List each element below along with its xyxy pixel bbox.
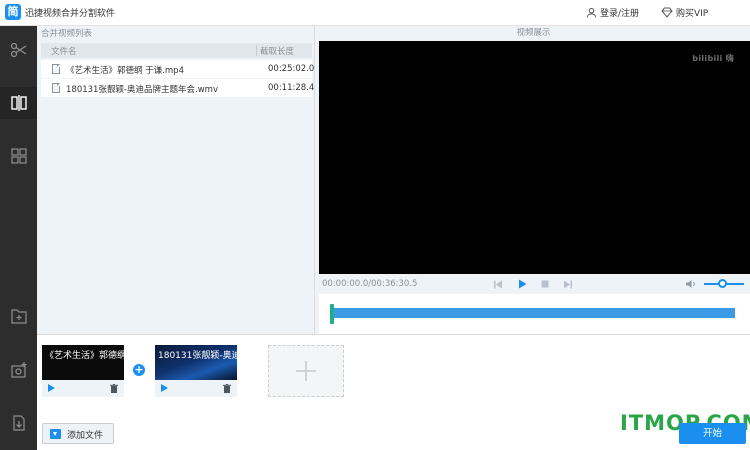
login-label: 登录/注册 [600,9,640,19]
add-media-icon [10,362,26,378]
clip-caption: 《艺术生活》郭德纲 [45,351,124,361]
timeline-handle[interactable] [330,304,334,324]
merge-tool[interactable] [0,87,37,119]
timeline[interactable] [319,294,750,334]
preview-title: 视频展示 [516,28,551,38]
merge-icon [10,95,27,111]
app-title: 迅捷视频合并分割软件 [25,9,116,19]
add-clip-slot[interactable] [268,345,344,397]
preview-panel: 视频展示 bilibili 嗨 00:00:00.0/00:36:30.5 [317,26,750,334]
list-item[interactable]: 180131张靓颖-奥迪品牌主题年会.wmv 00:11:28.4 [41,79,315,97]
buy-vip-link[interactable]: 购买VIP [661,6,708,19]
add-file-icon [50,429,61,439]
split-tool[interactable] [0,34,37,66]
clip-caption: 180131张靓颖-奥迪 [158,351,237,361]
step-back-icon [494,280,502,288]
clip-footer [155,380,237,397]
clip-play-icon[interactable] [161,384,168,392]
stop-button[interactable] [539,278,551,290]
login-register-link[interactable]: 登录/注册 [586,6,639,19]
clip-thumbnail[interactable]: 《艺术生活》郭德纲 [42,345,124,380]
file-duration: 00:25:02.0 [268,64,315,74]
file-icon [52,83,60,93]
side-toolbar [0,26,37,450]
volume-knob[interactable] [717,279,727,288]
video-watermark: bilibili 嗨 [692,54,734,63]
merge-list-title: 合并视频列表 [41,29,93,39]
merge-list-panel: 合并视频列表 文件名 截取长度 《艺术生活》郭德纲 于谦.mp4 00:25:0… [37,26,315,334]
grid-tool[interactable] [0,140,37,172]
clip-footer [42,380,124,397]
play-icon [518,279,526,289]
app-logo: 简 [5,4,21,20]
add-media-tool[interactable] [0,354,37,386]
stop-icon [541,280,549,288]
add-file-button[interactable]: 添加文件 [42,423,114,444]
column-divider[interactable] [256,45,257,56]
column-filename[interactable]: 文件名 [51,45,77,57]
clip-thumbnail[interactable]: 180131张靓颖-奥迪 [155,345,237,380]
export-tool[interactable] [0,407,37,439]
file-icon [52,64,60,74]
volume-button[interactable] [685,278,697,290]
next-frame-button[interactable] [562,278,574,290]
list-item[interactable]: 《艺术生活》郭德纲 于谦.mp4 00:25:02.0 [41,60,315,78]
play-button[interactable] [516,278,528,290]
timeline-track[interactable] [332,308,735,318]
prev-frame-button[interactable] [492,278,504,290]
clip-item[interactable]: 180131张靓颖-奥迪 [155,345,237,397]
scissors-icon [10,42,26,58]
clip-strip: 《艺术生活》郭德纲 + 180131张靓颖-奥迪 添加文件 ITMOP.COM … [37,334,750,450]
add-folder-tool[interactable] [0,300,37,332]
timecode: 00:00:00.0/00:36:30.5 [322,279,418,289]
vip-label: 购买VIP [676,9,709,19]
title-bar: 简 迅捷视频合并分割软件 登录/注册 购买VIP [0,0,750,26]
column-duration[interactable]: 截取长度 [260,45,294,57]
file-name: 《艺术生活》郭德纲 于谦.mp4 [66,66,184,76]
user-icon [586,7,597,18]
step-forward-icon [564,280,572,288]
add-file-label: 添加文件 [67,431,104,441]
clip-play-icon[interactable] [48,384,55,392]
file-name: 180131张靓颖-奥迪品牌主题年会.wmv [66,85,218,95]
export-icon [12,415,25,431]
speaker-icon [686,280,695,288]
clip-item[interactable]: 《艺术生活》郭德纲 [42,345,124,397]
plus-icon [296,361,316,381]
trash-icon[interactable] [110,384,118,393]
merge-plus-icon: + [133,363,145,376]
diamond-icon [661,7,673,18]
list-header: 文件名 截取长度 [41,43,312,58]
file-duration: 00:11:28.4 [268,83,315,93]
trash-icon[interactable] [223,384,231,393]
grid-icon [10,148,27,164]
video-screen[interactable]: bilibili 嗨 [319,41,750,274]
start-button[interactable]: 开始 [679,423,746,444]
add-folder-icon [10,309,27,324]
playback-controls: 00:00:00.0/00:36:30.5 [319,274,750,294]
